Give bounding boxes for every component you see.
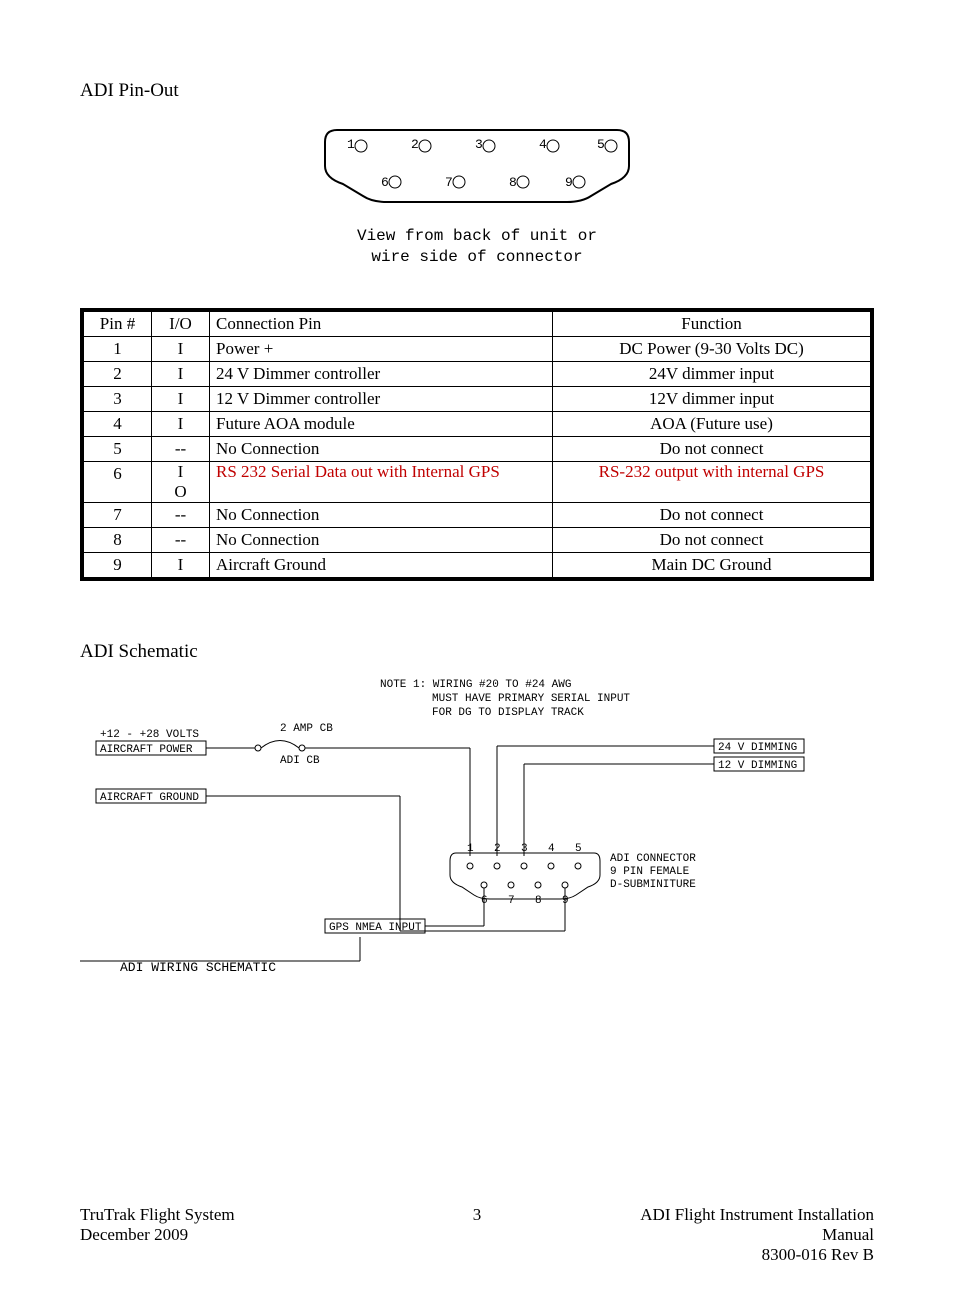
table-header-row: Pin # I/O Connection Pin Function [82,310,872,337]
svg-text:ADI CONNECTOR: ADI CONNECTOR [610,853,696,865]
svg-text:GPS NMEA INPUT: GPS NMEA INPUT [329,922,422,934]
schematic-figure: NOTE 1: WIRING #20 TO #24 AWG MUST HAVE … [80,671,874,985]
svg-text:9: 9 [562,895,569,907]
table-row: 7 -- No Connection Do not connect [82,503,872,528]
section-title-schematic: ADI Schematic [80,641,874,663]
th-func: Function [553,310,873,337]
th-pin: Pin # [82,310,152,337]
svg-text:24 V DIMMING: 24 V DIMMING [718,742,797,754]
svg-text:4: 4 [539,137,547,152]
svg-text:4: 4 [548,843,555,855]
svg-text:MUST HAVE PRIMARY SERIAL INPUT: MUST HAVE PRIMARY SERIAL INPUT [432,693,630,705]
table-row: 1 I Power + DC Power (9-30 Volts DC) [82,336,872,361]
svg-text:2: 2 [411,137,419,152]
svg-text:AIRCRAFT GROUND: AIRCRAFT GROUND [100,792,199,804]
svg-text:8: 8 [509,175,517,190]
svg-text:3: 3 [475,137,483,152]
svg-text:7: 7 [445,175,453,190]
svg-text:+12 - +28 VOLTS: +12 - +28 VOLTS [100,729,199,741]
connector-figure: 1 2 3 4 5 6 7 8 9 View from back of unit… [80,122,874,268]
connector-caption-2: wire side of connector [80,247,874,268]
connector-caption-1: View from back of unit or [80,226,874,247]
table-row: 2 I 24 V Dimmer controller 24V dimmer in… [82,361,872,386]
footer-left-1: TruTrak Flight System [80,1205,235,1224]
svg-text:3: 3 [521,843,528,855]
svg-text:6: 6 [381,175,389,190]
footer-right-1: ADI Flight Instrument Installation Manua… [640,1205,874,1244]
svg-text:9 PIN FEMALE: 9 PIN FEMALE [610,866,690,878]
svg-text:FOR DG TO DISPLAY TRACK: FOR DG TO DISPLAY TRACK [432,707,584,719]
th-conn: Connection Pin [210,310,553,337]
svg-text:5: 5 [575,843,582,855]
svg-text:12 V DIMMING: 12 V DIMMING [718,760,797,772]
svg-text:8: 8 [535,895,542,907]
pinout-table: Pin # I/O Connection Pin Function 1 I Po… [80,308,874,582]
svg-text:1: 1 [347,137,355,152]
footer-page-number: 3 [473,1205,482,1224]
table-row: 6 I O RS 232 Serial Data out with Intern… [82,461,872,503]
table-row: 3 I 12 V Dimmer controller 12V dimmer in… [82,386,872,411]
svg-text:ADI WIRING SCHEMATIC: ADI WIRING SCHEMATIC [120,960,276,975]
svg-text:2: 2 [494,843,501,855]
schematic-icon: NOTE 1: WIRING #20 TO #24 AWG MUST HAVE … [80,671,870,981]
svg-text:ADI CB: ADI CB [280,755,320,767]
table-row: 4 I Future AOA module AOA (Future use) [82,411,872,436]
svg-text:5: 5 [597,137,605,152]
connector-icon: 1 2 3 4 5 6 7 8 9 [317,122,637,222]
svg-text:1: 1 [467,843,474,855]
table-row: 8 -- No Connection Do not connect [82,528,872,553]
svg-text:2 AMP CB: 2 AMP CB [280,723,333,735]
svg-text:9: 9 [565,175,573,190]
svg-text:AIRCRAFT POWER: AIRCRAFT POWER [100,744,193,756]
section-title-pinout: ADI Pin-Out [80,80,874,102]
page-footer: TruTrak Flight System December 2009 3 AD… [80,1205,874,1265]
th-io: I/O [152,310,210,337]
svg-text:NOTE 1: WIRING #20 TO #24 AWG: NOTE 1: WIRING #20 TO #24 AWG [380,679,571,691]
svg-text:D-SUBMINITURE: D-SUBMINITURE [610,879,696,891]
table-row: 5 -- No Connection Do not connect [82,436,872,461]
table-row: 9 I Aircraft Ground Main DC Ground [82,553,872,580]
svg-text:7: 7 [508,895,515,907]
footer-right-2: 8300-016 Rev B [762,1245,874,1264]
